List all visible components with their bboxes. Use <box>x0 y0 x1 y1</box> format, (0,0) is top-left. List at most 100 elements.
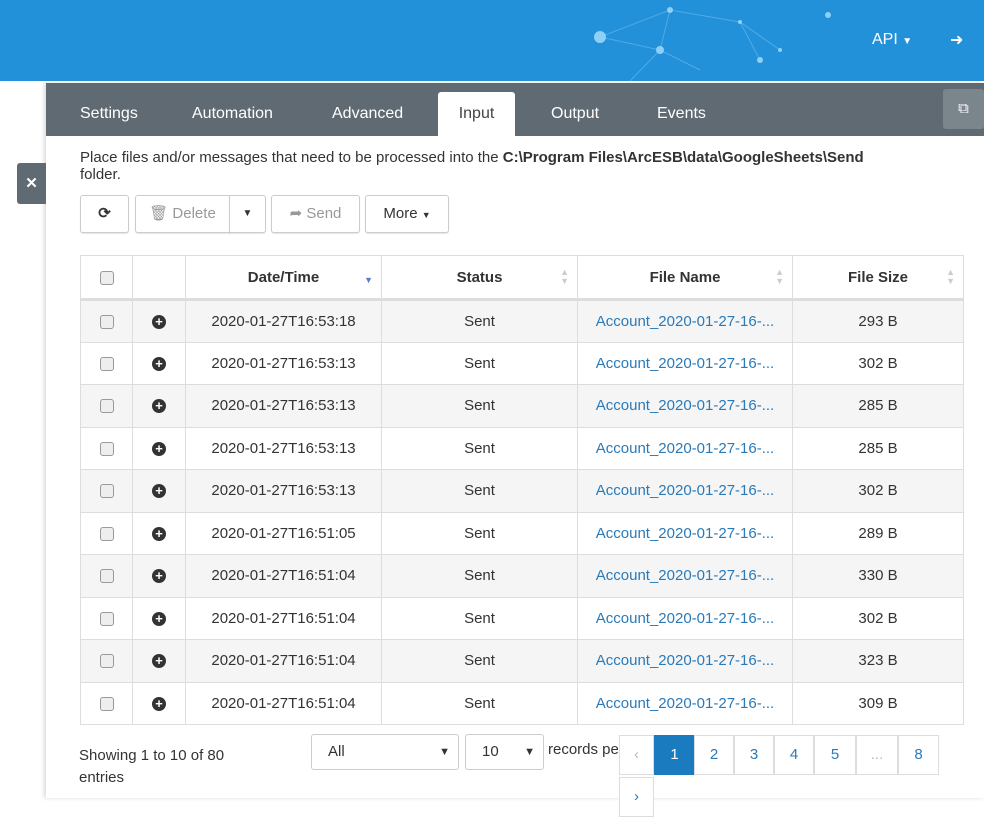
api-menu[interactable]: API ▼ <box>872 31 912 49</box>
row-select-cell <box>80 511 133 555</box>
table-row: + 2020-01-27T16:51:04 Sent Account_2020-… <box>80 681 964 725</box>
entries-info: Showing 1 to 10 of 80 entries <box>79 747 225 786</box>
filename-link[interactable]: Account_2020-01-27-16-... <box>596 695 774 712</box>
filename-link[interactable]: Account_2020-01-27-16-... <box>596 313 774 330</box>
more-button[interactable]: More ▼ <box>365 195 449 233</box>
page-size-value: 10 <box>482 743 499 760</box>
plus-circle-icon[interactable]: + <box>152 399 166 414</box>
page-button[interactable]: 1 <box>654 735 695 775</box>
tab-settings[interactable]: Settings <box>78 92 140 136</box>
tab-input[interactable]: Input <box>438 92 515 136</box>
expand-cell: + <box>132 681 186 725</box>
filename-cell: Account_2020-01-27-16-... <box>577 639 793 683</box>
filename-cell: Account_2020-01-27-16-... <box>577 681 793 725</box>
row-checkbox[interactable] <box>99 484 114 499</box>
send-button[interactable]: ➦ Send <box>271 195 360 233</box>
filename-link[interactable]: Account_2020-01-27-16-... <box>596 355 774 372</box>
plus-circle-icon[interactable]: + <box>152 484 166 499</box>
tab-output[interactable]: Output <box>549 92 601 136</box>
filter-value: All <box>328 743 345 760</box>
delete-button[interactable]: 🗑 Delete <box>135 195 230 233</box>
table-row: + 2020-01-27T16:53:13 Sent Account_2020-… <box>80 426 964 470</box>
header-filesize[interactable]: File Size ▲ ▼ <box>792 255 964 301</box>
filename-link[interactable]: Account_2020-01-27-16-... <box>596 567 774 584</box>
table-row: + 2020-01-27T16:53:13 Sent Account_2020-… <box>80 384 964 428</box>
filename-link[interactable]: Account_2020-01-27-16-... <box>596 610 774 627</box>
row-checkbox[interactable] <box>99 314 114 329</box>
row-select-cell <box>80 554 133 598</box>
row-checkbox[interactable] <box>99 569 114 584</box>
filename-link[interactable]: Account_2020-01-27-16-... <box>596 652 774 669</box>
refresh-icon: ⟳ <box>98 205 111 222</box>
header-label: File Name <box>649 268 721 286</box>
tab-advanced[interactable]: Advanced <box>330 92 405 136</box>
delete-label: Delete <box>172 205 216 222</box>
status-cell: Sent <box>381 469 578 513</box>
status-cell: Sent <box>381 639 578 683</box>
row-checkbox[interactable] <box>99 441 114 456</box>
page-size-select[interactable]: 10 ▼ <box>465 734 544 770</box>
filename-link[interactable]: Account_2020-01-27-16-... <box>596 397 774 414</box>
filter-select[interactable]: All ▼ <box>311 734 459 770</box>
table-row: + 2020-01-27T16:51:04 Sent Account_2020-… <box>80 554 964 598</box>
plus-circle-icon[interactable]: + <box>152 356 166 371</box>
row-select-cell <box>80 681 133 725</box>
delete-dropdown-button[interactable]: ▼ <box>229 195 266 233</box>
table-row: + 2020-01-27T16:53:18 Sent Account_2020-… <box>80 299 964 343</box>
row-select-cell <box>80 384 133 428</box>
status-cell: Sent <box>381 511 578 555</box>
expand-cell: + <box>132 596 186 640</box>
header-status[interactable]: Status ▲ ▼ <box>381 255 578 301</box>
page-button[interactable]: ... <box>856 735 898 775</box>
page-button[interactable]: 3 <box>734 735 774 775</box>
caret-down-icon: ▼ <box>902 36 913 47</box>
sign-out-icon[interactable]: ➜ <box>950 30 963 50</box>
plus-circle-icon[interactable]: + <box>152 441 166 456</box>
plus-circle-icon[interactable]: + <box>152 611 166 626</box>
records-per-page-label: records per page <box>548 741 618 758</box>
tab-events[interactable]: Events <box>655 92 708 136</box>
row-checkbox[interactable] <box>99 399 114 414</box>
filesize-cell: 285 B <box>792 426 964 470</box>
plus-circle-icon[interactable]: + <box>152 526 166 541</box>
datetime-cell: 2020-01-27T16:53:13 <box>185 384 382 428</box>
row-checkbox[interactable] <box>99 356 114 371</box>
row-select-cell <box>80 341 133 385</box>
filename-link[interactable]: Account_2020-01-27-16-... <box>596 525 774 542</box>
page-button[interactable]: 2 <box>694 735 734 775</box>
plus-circle-icon[interactable]: + <box>152 314 166 329</box>
external-link-icon[interactable]: ⧉ <box>943 89 984 129</box>
header-datetime[interactable]: Date/Time ▼ <box>185 255 382 301</box>
filename-link[interactable]: Account_2020-01-27-16-... <box>596 440 774 457</box>
app-header: API ▼ ➜ <box>0 0 984 81</box>
page-button[interactable]: 8 <box>898 735 939 775</box>
filename-link[interactable]: Account_2020-01-27-16-... <box>596 482 774 499</box>
refresh-button[interactable]: ⟳ <box>80 195 129 233</box>
next-page-button[interactable]: › <box>619 777 654 817</box>
sort-icon: ▲ ▼ <box>946 267 955 286</box>
datetime-cell: 2020-01-27T16:51:04 <box>185 639 382 683</box>
sort-desc-icon: ▼ <box>364 275 373 285</box>
plus-circle-icon[interactable]: + <box>152 696 166 711</box>
plus-circle-icon[interactable]: + <box>152 569 166 584</box>
plus-circle-icon[interactable]: + <box>152 654 166 669</box>
filesize-cell: 302 B <box>792 469 964 513</box>
filename-cell: Account_2020-01-27-16-... <box>577 426 793 470</box>
select-all-checkbox[interactable] <box>99 270 114 285</box>
close-panel-button[interactable]: ✕ <box>17 163 46 204</box>
row-checkbox[interactable] <box>99 696 114 711</box>
page-button[interactable]: 5 <box>814 735 856 775</box>
row-checkbox[interactable] <box>99 654 114 669</box>
network-decoration <box>594 7 831 81</box>
header-filename[interactable]: File Name ▲ ▼ <box>577 255 793 301</box>
tab-automation[interactable]: Automation <box>190 92 275 136</box>
row-checkbox[interactable] <box>99 526 114 541</box>
description-suffix: folder. <box>80 166 121 183</box>
row-checkbox[interactable] <box>99 611 114 626</box>
prev-page-button[interactable]: ‹ <box>619 735 654 775</box>
sort-icon: ▲ ▼ <box>775 267 784 286</box>
page-button[interactable]: 4 <box>774 735 814 775</box>
caret-down-icon: ▼ <box>439 746 450 758</box>
status-cell: Sent <box>381 426 578 470</box>
input-files-table: Date/Time ▼ Status ▲ ▼ File Name ▲ ▼ File Siz… <box>80 255 964 725</box>
